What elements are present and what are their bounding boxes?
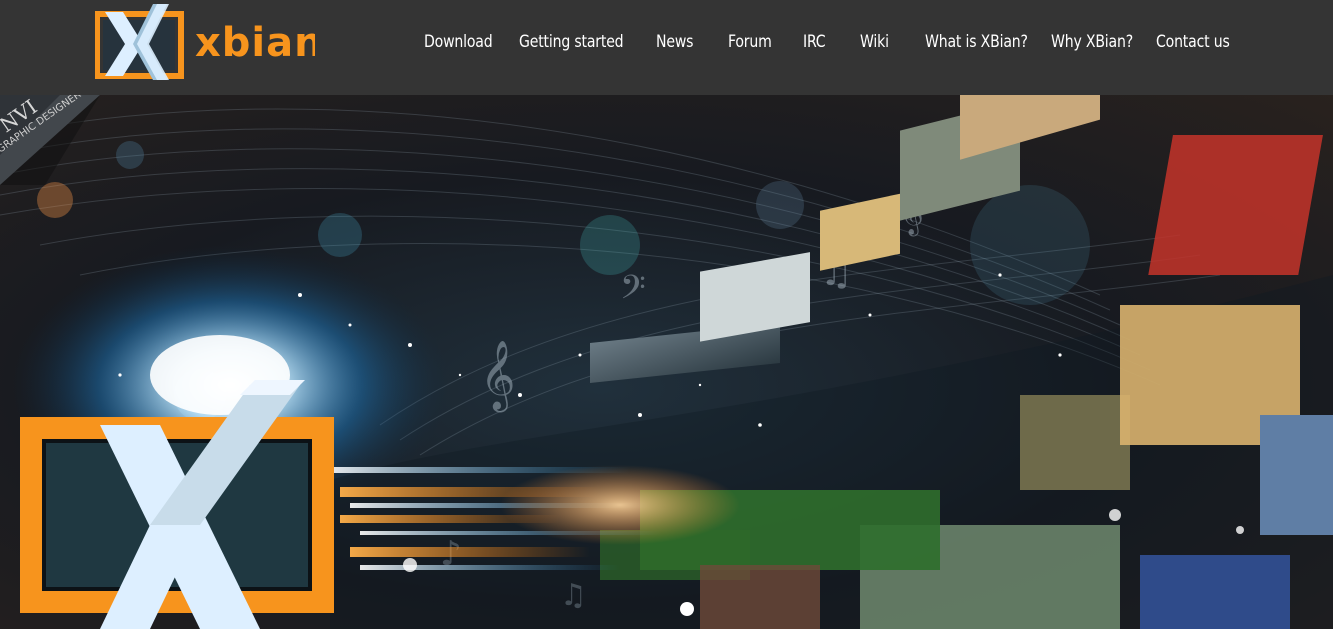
nav-why-xbian[interactable]: Why XBian? [1051, 30, 1133, 54]
logo-wordmark: xbian [195, 20, 315, 66]
nav-what-is-xbian[interactable]: What is XBian? [925, 30, 1028, 54]
nav-news[interactable]: News [656, 30, 693, 54]
nav-wiki[interactable]: Wiki [860, 30, 889, 54]
nav-irc[interactable]: IRC [803, 30, 826, 54]
nav-forum[interactable]: Forum [728, 30, 772, 54]
nav-contact-us[interactable]: Contact us [1156, 30, 1230, 54]
svg-text:𝄢: 𝄢 [620, 269, 646, 315]
site-header: xbian Download Getting started News Foru… [0, 0, 1333, 95]
hero-banner: 𝄞 𝄢 ♫ 𝄞 ♪ ♪ ♫ [0, 95, 1333, 629]
svg-text:𝄞: 𝄞 [480, 340, 515, 412]
hero-x-logo [20, 380, 334, 629]
slider-dot-1[interactable] [680, 602, 694, 616]
nav-getting-started[interactable]: Getting started [519, 30, 624, 54]
xbian-logo[interactable]: xbian [95, 4, 315, 80]
nav-download[interactable]: Download [424, 30, 493, 54]
